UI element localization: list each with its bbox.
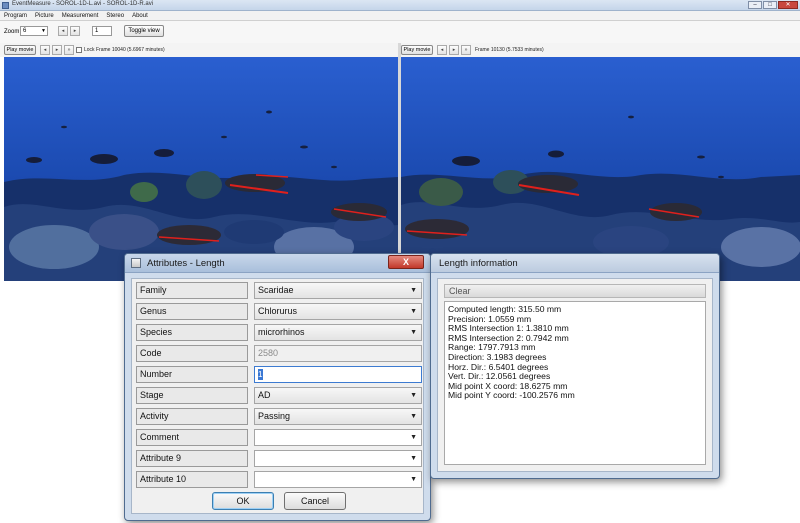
chevron-down-icon: ▼ (410, 287, 417, 294)
field-row-number: Number 1 (136, 366, 422, 384)
field-row-stage: Stage AD ▼ (136, 387, 422, 405)
genus-select[interactable]: Chlorurus ▼ (254, 303, 422, 320)
field-label: Stage (136, 387, 248, 404)
attribute-9-select[interactable]: ▼ (254, 450, 422, 467)
field-label: Attribute 10 (136, 471, 248, 488)
chevron-down-icon: ▼ (410, 308, 417, 315)
attributes-dialog: Attributes - Length X Family Scaridae ▼ … (124, 253, 431, 521)
right-video-frame[interactable] (401, 57, 800, 281)
toolbar: Zoom 6 ▼ ◂ ▸ 1 Toggle view (0, 21, 800, 43)
window-title: EventMeasure - SOROL-1D-L.avi - SOROL-1D… (12, 1, 154, 7)
menu-program[interactable]: Program (4, 11, 27, 20)
right-next-frame-button[interactable]: ▸ (449, 45, 459, 55)
left-next-frame-button[interactable]: ▸ (52, 45, 62, 55)
code-field: 2580 (254, 345, 422, 362)
attributes-close-button[interactable]: X (388, 255, 424, 269)
chevron-down-icon: ▼ (41, 28, 46, 34)
toggle-view-button[interactable]: Toggle view (124, 25, 164, 37)
length-info-text: Computed length: 315.50 mm Precision: 1.… (444, 301, 706, 465)
chevron-down-icon: ▼ (410, 329, 417, 336)
attributes-dialog-titlebar[interactable]: Attributes - Length X (125, 254, 430, 273)
menu-bar: Program Picture Measurement Stereo About (0, 11, 800, 21)
right-frame-text: Frame 10130 (5.7533 minutes) (475, 47, 544, 53)
chevron-down-icon: ▼ (410, 476, 417, 483)
chevron-down-icon: ▼ (410, 455, 417, 462)
maximize-button[interactable]: □ (763, 1, 777, 9)
zoom-select[interactable]: 6 ▼ (20, 26, 48, 36)
step-back-button[interactable]: ◂ (58, 26, 68, 36)
field-value: Passing (258, 411, 291, 421)
field-value: AD (258, 390, 271, 400)
dialog-app-icon (131, 258, 141, 268)
zoom-value: 6 (23, 28, 27, 34)
field-row-family: Family Scaridae ▼ (136, 282, 422, 300)
right-jump-button[interactable]: » (461, 45, 471, 55)
left-prev-frame-button[interactable]: ◂ (40, 45, 50, 55)
window-titlebar: EventMeasure - SOROL-1D-L.avi - SOROL-1D… (0, 0, 800, 11)
chevron-down-icon: ▼ (410, 392, 417, 399)
field-value: Chlorurus (258, 306, 298, 316)
field-label: Comment (136, 429, 248, 446)
field-value: Scaridae (258, 285, 294, 295)
field-row-comment: Comment ▼ (136, 429, 422, 447)
field-value: 1 (258, 369, 263, 381)
field-label: Attribute 9 (136, 450, 248, 467)
left-video-frame[interactable] (4, 57, 398, 281)
attributes-dialog-title: Attributes - Length (147, 258, 225, 269)
field-label: Family (136, 282, 248, 299)
minimize-button[interactable]: – (748, 1, 762, 9)
clear-button[interactable]: Clear (444, 284, 706, 298)
menu-picture[interactable]: Picture (35, 11, 54, 20)
cancel-button[interactable]: Cancel (284, 492, 346, 510)
lock-label: Lock (84, 47, 95, 53)
menu-about[interactable]: About (132, 11, 148, 20)
field-row-attribute-9: Attribute 9 ▼ (136, 450, 422, 468)
field-row-genus: Genus Chlorurus ▼ (136, 303, 422, 321)
chevron-down-icon: ▼ (410, 413, 417, 420)
length-info-body: Clear Computed length: 315.50 mm Precisi… (437, 278, 713, 472)
field-row-attribute-10: Attribute 10 ▼ (136, 471, 422, 489)
left-jump-button[interactable]: » (64, 45, 74, 55)
length-info-title: Length information (439, 258, 518, 269)
field-row-activity: Activity Passing ▼ (136, 408, 422, 426)
field-label: Code (136, 345, 248, 362)
field-row-code: Code 2580 (136, 345, 422, 363)
zoom-label: Zoom (4, 29, 20, 35)
field-value: microrhinos (258, 327, 305, 337)
info-line-mid-y: Mid point Y coord: -100.2576 mm (448, 390, 575, 401)
menu-stereo[interactable]: Stereo (106, 11, 124, 20)
field-label: Genus (136, 303, 248, 320)
comment-select[interactable]: ▼ (254, 429, 422, 446)
left-playback-bar: Play movie ◂ ▸ » Lock Frame 10040 (5.696… (0, 43, 398, 57)
species-select[interactable]: microrhinos ▼ (254, 324, 422, 341)
field-label: Activity (136, 408, 248, 425)
family-select[interactable]: Scaridae ▼ (254, 282, 422, 299)
step-input[interactable]: 1 (92, 26, 112, 36)
stage-select[interactable]: AD ▼ (254, 387, 422, 404)
attribute-10-select[interactable]: ▼ (254, 471, 422, 488)
close-window-button[interactable]: ✕ (778, 1, 798, 9)
chevron-down-icon: ▼ (410, 434, 417, 441)
left-play-button[interactable]: Play movie (4, 45, 36, 55)
app-icon (2, 2, 9, 9)
attributes-form: Family Scaridae ▼ Genus Chlorurus ▼ Spec… (131, 278, 424, 514)
lock-checkbox[interactable] (76, 47, 82, 53)
field-label: Number (136, 366, 248, 383)
field-row-species: Species microrhinos ▼ (136, 324, 422, 342)
left-frame-text: Frame 10040 (5.6967 minutes) (96, 47, 165, 53)
activity-select[interactable]: Passing ▼ (254, 408, 422, 425)
number-input[interactable]: 1 (254, 366, 422, 383)
field-label: Species (136, 324, 248, 341)
menu-measurement[interactable]: Measurement (62, 11, 99, 20)
length-info-dialog: Length information Clear Computed length… (430, 253, 720, 479)
step-forward-button[interactable]: ▸ (70, 26, 80, 36)
length-info-titlebar[interactable]: Length information (431, 254, 719, 273)
field-value: 2580 (258, 348, 279, 358)
ok-button[interactable]: OK (212, 492, 274, 510)
right-play-button[interactable]: Play movie (401, 45, 433, 55)
right-prev-frame-button[interactable]: ◂ (437, 45, 447, 55)
right-playback-bar: Play movie ◂ ▸ » Frame 10130 (5.7533 min… (401, 43, 800, 57)
window-controls: – □ ✕ (748, 1, 798, 9)
